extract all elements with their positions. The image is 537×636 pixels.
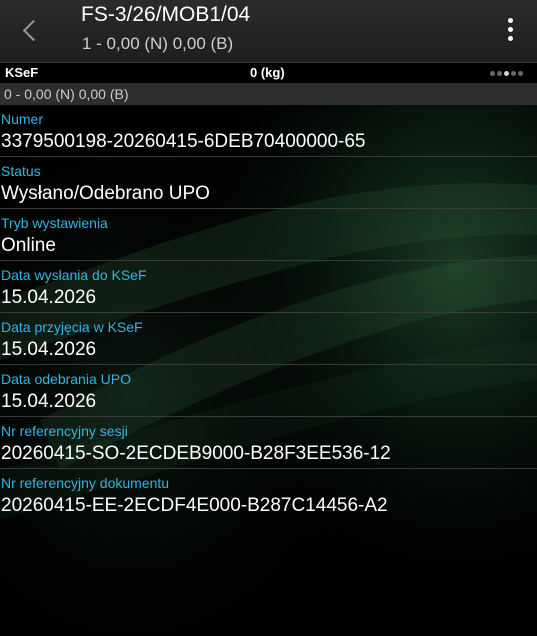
field-label: Data przyjęcia w KSeF (1, 319, 143, 335)
field-label: Tryb wystawienia (1, 215, 108, 231)
field-value: Online (1, 235, 56, 256)
weight-value: 0 (kg) (250, 65, 285, 80)
field-label: Nr referencyjny sesji (1, 423, 128, 439)
field-label: Status (1, 163, 41, 179)
field-value: 20260415-SO-2ECDEB9000-B28F3EE536-12 (1, 443, 391, 464)
field-data-odebrania-upo: Data odebrania UPO 15.04.2026 (0, 365, 537, 417)
chevron-left-icon (22, 19, 45, 42)
tab-strip[interactable]: KSeF 0 (kg) (0, 62, 537, 83)
page-dot-active (504, 71, 509, 76)
field-nr-referencyjny-sesji: Nr referencyjny sesji 20260415-SO-2ECDEB… (0, 417, 537, 469)
page-dot (518, 71, 523, 76)
field-value: 15.04.2026 (1, 391, 97, 412)
summary-bar: 0 - 0,00 (N) 0,00 (B) (0, 83, 537, 105)
page-indicator (490, 71, 525, 77)
tab-label-ksef: KSeF (5, 65, 39, 80)
field-value: 15.04.2026 (1, 287, 97, 308)
field-list: Numer 3379500198-20260415-6DEB70400000-6… (0, 105, 537, 521)
page-dot (490, 71, 495, 76)
field-nr-referencyjny-dokumentu: Nr referencyjny dokumentu 20260415-EE-2E… (0, 469, 537, 521)
action-bar: FS-3/26/MOB1/04 1 - 0,00 (N) 0,00 (B) (0, 0, 537, 62)
field-tryb-wystawienia: Tryb wystawienia Online (0, 209, 537, 261)
overflow-menu-button[interactable] (492, 10, 528, 50)
field-value: 20260415-EE-2ECDF4E000-B287C14456-A2 (1, 495, 388, 516)
page-dot (511, 71, 516, 76)
field-label: Nr referencyjny dokumentu (1, 475, 170, 491)
page-subtitle: 1 - 0,00 (N) 0,00 (B) (82, 34, 234, 53)
field-data-wyslania: Data wysłania do KSeF 15.04.2026 (0, 261, 537, 313)
field-value: 15.04.2026 (1, 339, 97, 360)
field-status: Status Wysłano/Odebrano UPO (0, 157, 537, 209)
field-label: Data wysłania do KSeF (1, 267, 147, 283)
summary-text: 0 - 0,00 (N) 0,00 (B) (4, 86, 129, 102)
page-title: FS-3/26/MOB1/04 (81, 3, 251, 26)
field-label: Numer (1, 111, 44, 127)
field-label: Data odebrania UPO (1, 371, 131, 387)
page-dot (497, 71, 502, 76)
app-screen: FS-3/26/MOB1/04 1 - 0,00 (N) 0,00 (B) KS… (0, 0, 537, 636)
field-data-przyjecia: Data przyjęcia w KSeF 15.04.2026 (0, 313, 537, 365)
field-value: Wysłano/Odebrano UPO (1, 183, 210, 204)
field-value: 3379500198-20260415-6DEB70400000-65 (1, 131, 366, 152)
back-button[interactable] (12, 10, 48, 50)
field-numer: Numer 3379500198-20260415-6DEB70400000-6… (0, 105, 537, 157)
